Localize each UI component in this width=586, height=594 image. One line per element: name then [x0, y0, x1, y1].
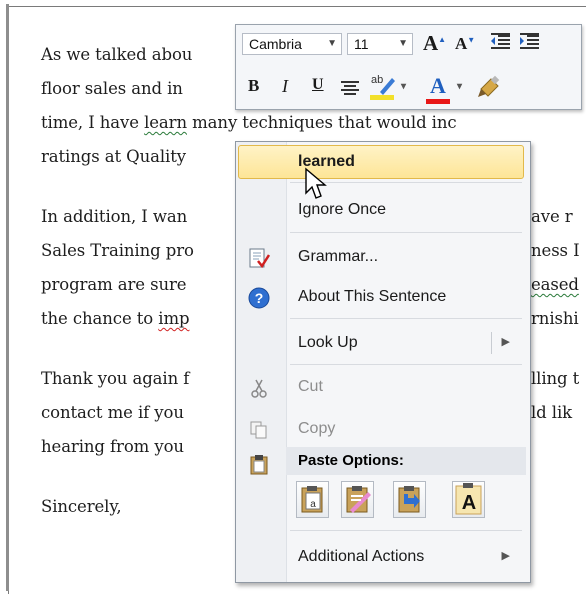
decrease-indent-icon [491, 33, 510, 49]
scissors-icon [248, 377, 270, 399]
up-arrow-icon: ▲ [438, 35, 447, 44]
doc-fragment-2: ness I [531, 241, 580, 260]
paste-options-label: Paste Options: [298, 452, 404, 469]
submenu-arrow-icon: ▶ [501, 550, 510, 562]
paste-merge-formatting-button[interactable] [341, 481, 374, 518]
menu-item-ignore-once[interactable]: Ignore Once [236, 193, 528, 227]
doc-line-11: hearing from you [41, 437, 184, 456]
svg-text:?: ? [255, 290, 264, 306]
font-size-value: 11 [354, 36, 369, 52]
menu-item-about-sentence[interactable]: ? About This Sentence [236, 280, 528, 314]
doc-line-6: Sales Training pro [41, 241, 194, 260]
doc-line-4: ratings at Quality [41, 147, 186, 166]
font-color-dropdown[interactable]: ▾ [457, 81, 462, 92]
center-button[interactable] [339, 80, 361, 98]
font-name-value: Cambria [249, 36, 302, 52]
shrink-font-button[interactable]: A▼ [455, 34, 475, 54]
align-center-icon [341, 81, 359, 95]
menu-item-label: Grammar... [298, 248, 379, 265]
highlight-button[interactable]: ab [368, 74, 398, 102]
spelling-error-word[interactable]: imp [158, 309, 189, 328]
keep-text-only-arrow-icon [398, 486, 420, 513]
menu-item-learned[interactable]: learned [236, 145, 528, 179]
paste-options-header: Paste Options: [286, 447, 526, 475]
increase-indent-button[interactable] [517, 33, 541, 53]
menu-item-label: About This Sentence [298, 288, 447, 305]
menu-item-copy: Copy [236, 412, 528, 446]
grow-font-button[interactable]: A▲ [423, 31, 446, 56]
format-painter-button[interactable] [476, 75, 502, 101]
svg-text:a: a [310, 499, 316, 510]
copy-icon [248, 419, 270, 441]
doc-line-2: floor sales and in [41, 79, 183, 98]
menu-separator [290, 364, 522, 365]
doc-line-9: Thank you again f [41, 369, 190, 388]
font-color-swatch [426, 99, 450, 104]
doc-line-closing: Sincerely, [41, 497, 122, 516]
doc-line-10: contact me if you [41, 403, 184, 422]
font-color-glyph: A [430, 73, 446, 98]
chevron-down-icon[interactable]: ▼ [327, 34, 337, 54]
grammar-check-icon [248, 247, 271, 269]
doc-fragment-5: lling t [531, 369, 580, 388]
doc-line-7: program are sure [41, 275, 187, 294]
increase-indent-icon [520, 33, 539, 49]
menu-separator [290, 530, 522, 531]
doc-fragment-4: rnishi [531, 309, 579, 328]
menu-item-cut: Cut [236, 370, 528, 404]
svg-text:A: A [462, 492, 476, 514]
doc-fragment-3: eased [531, 275, 579, 294]
menu-item-label: Look Up [298, 334, 358, 351]
highlighter-pen-icon [370, 78, 395, 100]
clipboard-icon [248, 453, 270, 475]
chevron-down-icon[interactable]: ▼ [398, 34, 408, 54]
underline-button[interactable]: U [312, 76, 324, 94]
doc-fragment-1: ave r [531, 207, 573, 226]
shrink-font-glyph: A [455, 34, 468, 53]
italic-button[interactable]: I [282, 76, 288, 97]
font-size-combo[interactable]: 11 ▼ [347, 33, 413, 55]
down-arrow-icon: ▼ [467, 35, 476, 45]
mouse-cursor-icon [305, 167, 327, 199]
doc-line-5: In addition, I wan [41, 207, 188, 226]
format-painter-icon [478, 75, 500, 97]
doc-line-3: time, I have learn many techniques that … [41, 113, 457, 132]
doc-line-8-start: the chance to [41, 309, 159, 328]
doc-line-3-rest: many techniques that would inc [186, 113, 457, 132]
paste-text-only-button[interactable]: A [452, 481, 485, 518]
doc-line-1: As we talked abou [41, 45, 193, 64]
menu-item-additional-actions[interactable]: Additional Actions ▶ [236, 540, 528, 574]
doc-fragment-6: ld lik [531, 403, 573, 422]
context-menu: learned Ignore Once Grammar... ? About T… [235, 141, 531, 583]
submenu-arrow-icon: ▶ [501, 336, 510, 348]
doc-line-3-start: time, I have [41, 113, 145, 132]
bold-button[interactable]: B [248, 76, 259, 96]
merge-formatting-icon [346, 486, 371, 513]
menu-item-label: Copy [298, 420, 336, 437]
help-icon: ? [248, 287, 270, 309]
menu-separator [290, 232, 522, 233]
menu-item-label: Ignore Once [298, 201, 387, 218]
paste-arrow-button[interactable] [393, 481, 426, 518]
paste-keep-source-button[interactable]: a [296, 481, 329, 518]
grow-font-glyph: A [423, 31, 439, 55]
grammar-error-word[interactable]: learn [144, 113, 187, 132]
highlight-dropdown[interactable]: ▾ [401, 81, 406, 92]
font-color-button[interactable]: A [425, 73, 451, 104]
menu-item-grammar[interactable]: Grammar... [236, 240, 528, 274]
font-name-combo[interactable]: Cambria ▼ [242, 33, 342, 55]
doc-line-8: the chance to imp [41, 309, 190, 328]
menu-item-label: Cut [298, 378, 323, 395]
keep-text-only-icon: A [455, 483, 482, 515]
menu-item-label: Additional Actions [298, 548, 425, 565]
keep-source-formatting-icon: a [301, 486, 323, 513]
submenu-divider [491, 332, 492, 354]
menu-separator [290, 318, 522, 319]
menu-item-look-up[interactable]: Look Up ▶ [236, 326, 528, 360]
doc-fragment-3-text: eased [531, 275, 579, 294]
decrease-indent-button[interactable] [488, 33, 512, 53]
mini-toolbar: Cambria ▼ 11 ▼ A▲ A▼ B I U ab ▾ A ▾ [235, 24, 582, 110]
